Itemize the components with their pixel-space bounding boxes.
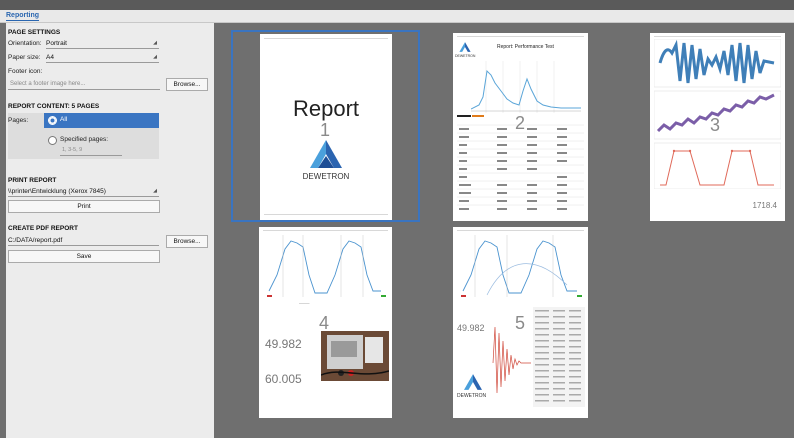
dewetron-logo-icon — [459, 42, 471, 52]
page-thumbnail-3[interactable]: 3 1718.4 — [650, 33, 785, 221]
printer-value: \\printer\Entwicklung (Xerox 7845) — [8, 188, 106, 195]
chart-preview — [461, 235, 582, 297]
orientation-dropdown[interactable]: Portrait ◢ — [46, 39, 159, 49]
print-report-heading: PRINT REPORT — [8, 177, 57, 184]
save-button[interactable]: Save — [8, 250, 160, 263]
chevron-down-icon: ◢ — [153, 40, 157, 46]
value-readout-1: 49.982 — [265, 337, 302, 351]
paper-size-dropdown[interactable]: A4 ◢ — [46, 53, 159, 63]
page-settings-heading: PAGE SETTINGS — [8, 29, 61, 36]
value-readout-1: 49.982 — [457, 323, 485, 333]
page-number: 2 — [515, 113, 526, 133]
dewetron-logo-icon — [310, 140, 342, 168]
paper-size-value: A4 — [46, 54, 54, 61]
tab-reporting[interactable]: Reporting — [6, 12, 40, 21]
page-title: Report: Performance Test — [497, 44, 554, 50]
page-thumbnail-5[interactable]: 49.982 5 DEWETRON — [453, 227, 588, 418]
page-thumbnail-4[interactable]: ——— 4 49.982 60.005 — [259, 227, 392, 418]
pdf-path-value: C:/DATA/report.pdf — [8, 237, 63, 244]
radio-specified[interactable] — [48, 136, 57, 145]
pdf-path-input[interactable]: C:/DATA/report.pdf — [8, 236, 159, 246]
window-titlebar — [0, 0, 794, 10]
value-readout-2: 60.005 — [265, 372, 302, 386]
print-button[interactable]: Print — [8, 200, 160, 213]
chart-preview — [471, 61, 581, 113]
pages-all-option[interactable]: All — [44, 113, 159, 128]
footer-icon-label: Footer icon: — [8, 68, 43, 75]
logo-text: DEWETRON — [302, 172, 350, 181]
footer-browse-button[interactable]: Browse... — [166, 78, 208, 91]
report-title: Report — [292, 96, 360, 121]
logo-text: DEWETRON — [457, 393, 487, 399]
settings-panel: PAGE SETTINGS Orientation: Portrait ◢ Pa… — [6, 23, 214, 438]
orientation-label: Orientation: — [8, 40, 42, 47]
specified-pages-label: Specified pages: — [60, 136, 109, 143]
pdf-report-heading: CREATE PDF REPORT — [8, 225, 78, 232]
specified-pages-input[interactable]: 1, 3-5, 9 — [60, 146, 122, 156]
footer-image-input[interactable]: Select a footer image here... — [8, 79, 160, 90]
report-content-heading: REPORT CONTENT: 5 PAGES — [8, 103, 100, 110]
printer-dropdown[interactable]: \\printer\Entwicklung (Xerox 7845) ◢ — [8, 187, 159, 197]
equipment-photo — [321, 331, 389, 381]
dewetron-logo-icon — [464, 374, 482, 390]
page-thumbnail-2[interactable]: DEWETRON Report: Performance Test 2 — [453, 33, 588, 221]
chevron-down-icon: ◢ — [153, 188, 157, 194]
page-number: 3 — [710, 115, 721, 135]
chart-preview — [654, 39, 781, 189]
decay-chart-preview — [492, 326, 531, 394]
chart-preview — [267, 235, 386, 297]
chevron-down-icon: ◢ — [153, 54, 157, 60]
logo-text: DEWETRON — [455, 54, 476, 58]
data-table-preview — [533, 307, 585, 407]
radio-all[interactable] — [48, 116, 57, 125]
paper-size-label: Paper size: — [8, 54, 41, 61]
pages-all-label: All — [60, 116, 68, 123]
value-readout: 1718.4 — [752, 201, 777, 210]
pdf-browse-button[interactable]: Browse... — [166, 235, 208, 248]
results-table-preview — [457, 124, 584, 210]
page-thumbnail-1[interactable]: Report 1 DEWETRON — [260, 34, 392, 220]
orientation-value: Portrait — [46, 40, 67, 47]
pages-label: Pages: — [8, 117, 29, 124]
tab-bar: Reporting — [0, 10, 794, 23]
